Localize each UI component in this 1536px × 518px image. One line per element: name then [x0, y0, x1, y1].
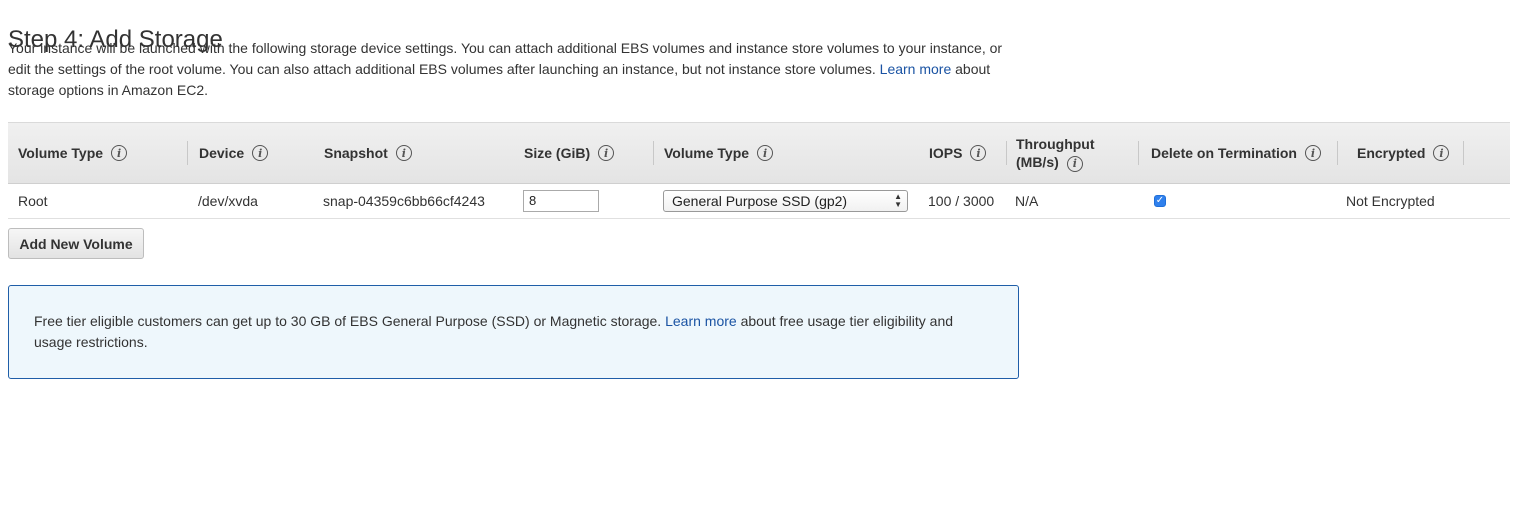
info-icon[interactable]: i: [1433, 145, 1450, 161]
column-header-label: Device: [199, 145, 245, 161]
info-icon[interactable]: i: [757, 145, 774, 161]
intro-text: Your instance will be launched with the …: [8, 38, 1028, 101]
info-icon[interactable]: i: [970, 145, 987, 161]
column-header-snapshot: Snapshot i: [314, 123, 514, 183]
column-header-label: Encrypted: [1357, 145, 1426, 161]
info-icon[interactable]: i: [598, 145, 615, 161]
column-header-throughput: Throughput (MB/s) i: [1006, 123, 1139, 183]
info-icon[interactable]: i: [1304, 145, 1321, 161]
cell-encrypted: Not Encrypted: [1346, 192, 1435, 209]
sort-arrows-icon: ▲ ▼: [894, 191, 902, 209]
learn-more-free-tier-link[interactable]: Learn more: [665, 313, 737, 329]
storage-table-header: Volume Type i Device i Snapshot i Size (…: [8, 122, 1510, 184]
cell-volume-type: Root: [18, 192, 48, 209]
column-header-delete-on-termination: Delete on Termination i: [1141, 123, 1338, 183]
learn-more-storage-link[interactable]: Learn more: [880, 61, 952, 77]
column-header-label: Snapshot: [324, 145, 388, 161]
add-storage-page: Step 4: Add Storage Your instance will b…: [0, 0, 1536, 518]
cell-size: [513, 183, 653, 218]
cell-throughput: N/A: [1015, 192, 1039, 209]
info-icon[interactable]: i: [1066, 155, 1083, 172]
info-icon[interactable]: i: [111, 145, 128, 161]
volume-type-selected-value: General Purpose SSD (gp2): [672, 192, 848, 209]
column-header-ebs-volume-type: Volume Type i: [654, 123, 919, 183]
column-header-label: Size (GiB): [524, 145, 591, 161]
column-header-label-line1: Throughput: [1016, 135, 1095, 152]
column-header-label: IOPS: [929, 145, 963, 161]
free-tier-notice: Free tier eligible customers can get up …: [8, 285, 1019, 379]
column-header-label: Volume Type: [18, 145, 104, 161]
column-header-label: Delete on Termination: [1151, 145, 1297, 161]
cell-iops: 100 / 3000: [928, 192, 995, 209]
intro-text-part1: Your instance will be launched with the …: [8, 40, 1003, 77]
column-header-label-line2: (MB/s): [1016, 153, 1059, 170]
info-icon[interactable]: i: [395, 145, 412, 161]
info-icon[interactable]: i: [252, 145, 269, 161]
column-header-label: Volume Type: [664, 145, 750, 161]
column-header-iops: IOPS i: [919, 123, 1007, 183]
notice-text-part1: Free tier eligible customers can get up …: [34, 313, 666, 329]
column-header-size: Size (GiB) i: [514, 123, 654, 183]
cell-ebs-volume-type: General Purpose SSD (gp2) ▲ ▼: [653, 183, 918, 218]
volume-type-select[interactable]: General Purpose SSD (gp2) ▲ ▼: [663, 189, 908, 212]
table-row: Root /dev/xvda snap-04359c6bb66cf4243 Ge…: [8, 183, 1510, 219]
delete-on-termination-checkbox[interactable]: ✓: [1154, 194, 1166, 207]
size-input[interactable]: [523, 189, 599, 212]
add-new-volume-button[interactable]: Add New Volume: [8, 228, 144, 259]
cell-device: /dev/xvda: [198, 192, 258, 209]
column-header-volume-type: Volume Type i: [8, 123, 188, 183]
checkmark-icon: ✓: [1155, 194, 1165, 206]
cell-delete-on-termination: ✓: [1144, 183, 1339, 218]
column-header-label: Throughput (MB/s) i: [1016, 135, 1095, 172]
column-header-encrypted: Encrypted i: [1347, 123, 1464, 183]
cell-snapshot: snap-04359c6bb66cf4243: [323, 192, 485, 209]
column-header-device: Device i: [189, 123, 314, 183]
